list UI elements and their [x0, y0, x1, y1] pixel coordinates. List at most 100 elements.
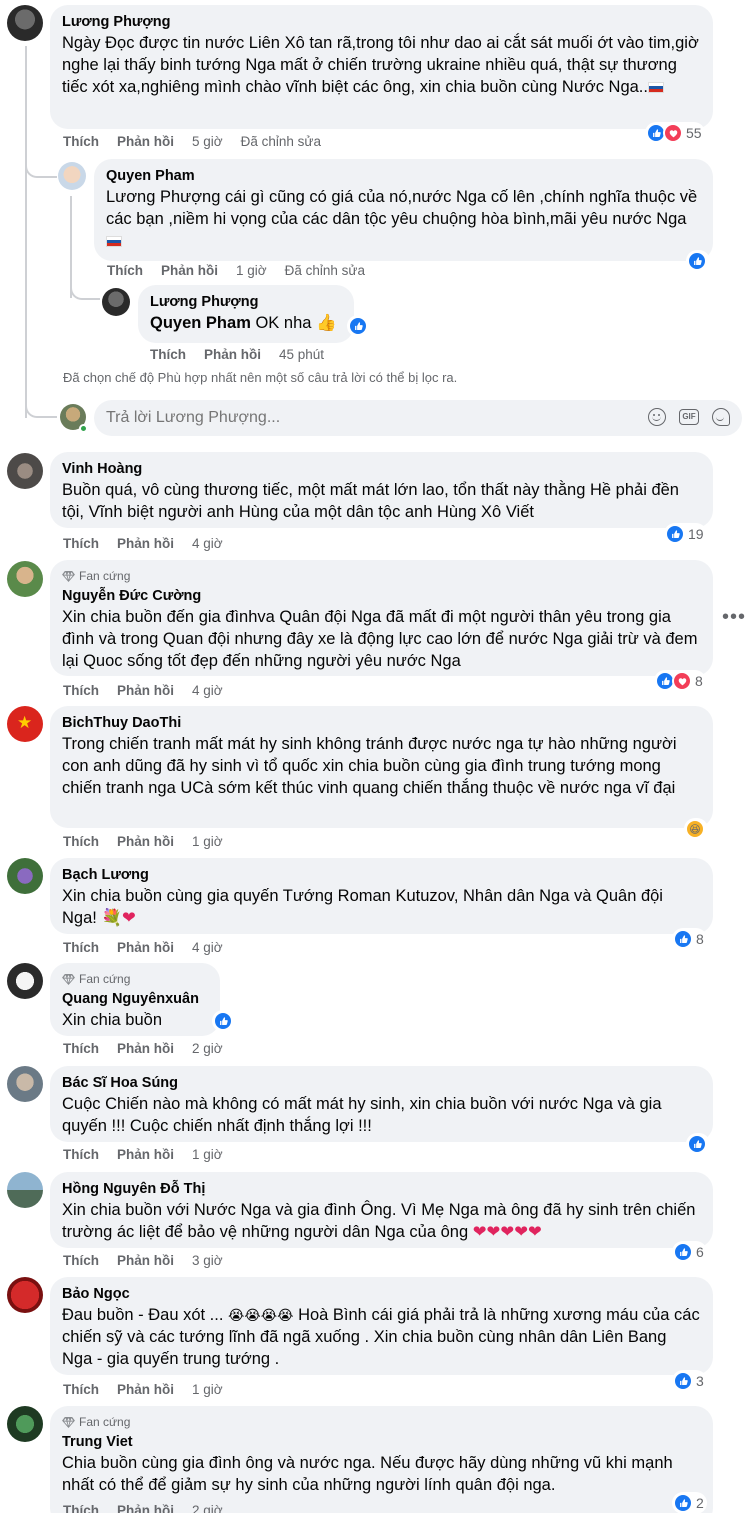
comment-author[interactable]: Quyen Pham — [106, 167, 701, 186]
reply-button[interactable]: Phản hồi — [117, 134, 174, 149]
reply-button[interactable]: Phản hồi — [117, 1041, 174, 1056]
timestamp[interactable]: 1 giờ — [192, 834, 223, 849]
reply-button[interactable]: Phản hồi — [117, 1503, 174, 1513]
reaction-count[interactable]: 55 — [645, 122, 705, 144]
mention-link[interactable]: Quyen Pham — [150, 314, 251, 332]
avatar[interactable] — [7, 858, 43, 894]
fan-badge: Fan cứng — [62, 568, 701, 584]
like-button[interactable]: Thích — [63, 683, 99, 698]
avatar[interactable] — [7, 1172, 43, 1208]
timestamp[interactable]: 2 giờ — [192, 1041, 223, 1056]
emoji-icon[interactable] — [648, 408, 666, 426]
timestamp[interactable]: 5 giờ — [192, 134, 223, 149]
comment-bubble: Fan cứng Quang Nguyênxuân Xin chia buồn — [50, 963, 220, 1036]
timestamp[interactable]: 1 giờ — [236, 263, 267, 278]
like-button[interactable]: Thích — [150, 347, 186, 362]
comment-author[interactable]: Vinh Hoàng — [62, 460, 701, 479]
like-button[interactable]: Thích — [63, 1253, 99, 1268]
like-button[interactable]: Thích — [63, 940, 99, 955]
timestamp[interactable]: 2 giờ — [192, 1503, 223, 1513]
comment-author[interactable]: Quang Nguyênxuân — [62, 990, 208, 1009]
flower-emoji: 💐 — [101, 909, 122, 927]
reaction-count[interactable] — [686, 1133, 710, 1155]
comment-author[interactable]: Bảo Ngọc — [62, 1285, 701, 1304]
reaction-count[interactable]: 3 — [672, 1370, 707, 1392]
gif-icon[interactable]: GIF — [679, 409, 699, 425]
reaction-count[interactable]: 8 — [654, 670, 706, 692]
avatar[interactable] — [7, 453, 43, 489]
reaction-count[interactable]: 8 — [672, 928, 707, 950]
like-button[interactable]: Thích — [63, 1382, 99, 1397]
reply-button[interactable]: Phản hồi — [117, 683, 174, 698]
timestamp[interactable]: 4 giờ — [192, 940, 223, 955]
reaction-count[interactable]: 6 — [672, 1241, 707, 1263]
like-button[interactable]: Thích — [63, 1147, 99, 1162]
comment-actions: Thích Phản hồi 4 giờ — [63, 940, 241, 955]
comment-bubble: Quyen Pham Lương Phượng cái gì cũng có g… — [94, 159, 713, 261]
avatar[interactable] — [102, 288, 130, 316]
crying-emoji: 😭😭😭😭 — [228, 1307, 294, 1323]
reaction-count[interactable]: 19 — [664, 523, 707, 545]
reaction-number: 6 — [696, 1244, 704, 1260]
comment-text: Lương Phượng cái gì cũng có giá của nó,n… — [106, 186, 701, 252]
reaction-count[interactable] — [212, 1010, 236, 1032]
comment-author[interactable]: Nguyễn Đức Cường — [62, 587, 701, 606]
reply-button[interactable]: Phản hồi — [117, 1382, 174, 1397]
comment-bubble: Bạch Lương Xin chia buồn cùng gia quyến … — [50, 858, 713, 934]
reply-button[interactable]: Phản hồi — [204, 347, 261, 362]
comment-bubble: Bác Sĩ Hoa Súng Cuộc Chiến nào mà không … — [50, 1066, 713, 1142]
reply-button[interactable]: Phản hồi — [117, 940, 174, 955]
comment-author[interactable]: Lương Phượng — [62, 13, 701, 32]
like-button[interactable]: Thích — [63, 834, 99, 849]
comment-actions: Thích Phản hồi 1 giờ — [63, 1382, 241, 1397]
edited-label: Đã chỉnh sửa — [284, 263, 365, 278]
timestamp[interactable]: 3 giờ — [192, 1253, 223, 1268]
avatar[interactable] — [7, 1406, 43, 1442]
reaction-count[interactable] — [686, 250, 710, 272]
reply-input[interactable] — [106, 400, 626, 436]
timestamp[interactable]: 4 giờ — [192, 536, 223, 551]
comment-author[interactable]: Bác Sĩ Hoa Súng — [62, 1074, 701, 1093]
diamond-icon — [62, 1417, 75, 1428]
avatar[interactable] — [7, 5, 43, 41]
like-button[interactable]: Thích — [107, 263, 143, 278]
like-button[interactable]: Thích — [63, 1503, 99, 1513]
comment-text: Buồn quá, vô cùng thương tiếc, một mất m… — [62, 481, 679, 521]
online-status-dot — [79, 424, 88, 433]
comment-actions: Thích Phản hồi 5 giờ Đã chỉnh sửa — [63, 134, 339, 149]
reaction-count[interactable]: 2 — [672, 1492, 707, 1513]
comment-author[interactable]: Lương Phượng — [150, 293, 342, 312]
reply-button[interactable]: Phản hồi — [117, 1253, 174, 1268]
reply-button[interactable]: Phản hồi — [117, 1147, 174, 1162]
avatar[interactable] — [7, 561, 43, 597]
more-icon[interactable]: ••• — [722, 606, 746, 629]
comment-bubble: BichThuy DaoThi Trong chiến tranh mất má… — [50, 706, 713, 828]
timestamp[interactable]: 1 giờ — [192, 1147, 223, 1162]
comment-author[interactable]: Trung Viet — [62, 1433, 701, 1452]
comment-bubble: Lương Phượng Ngày Đọc được tin nước Liên… — [50, 5, 713, 129]
reply-button[interactable]: Phản hồi — [117, 536, 174, 551]
sticker-icon[interactable] — [712, 408, 730, 426]
reaction-count[interactable] — [347, 315, 371, 337]
avatar[interactable] — [7, 963, 43, 999]
timestamp[interactable]: 1 giờ — [192, 1382, 223, 1397]
reply-button[interactable]: Phản hồi — [161, 263, 218, 278]
comment-bubble: Bảo Ngọc Đau buồn - Đau xót ... 😭😭😭😭 Hoà… — [50, 1277, 713, 1375]
reply-button[interactable]: Phản hồi — [117, 834, 174, 849]
avatar[interactable]: ★ — [7, 706, 43, 742]
reaction-count[interactable]: 😆 — [684, 818, 708, 840]
timestamp[interactable]: 4 giờ — [192, 683, 223, 698]
comment-text: Xin chia buồn cùng gia quyến Tướng Roman… — [62, 887, 663, 927]
timestamp[interactable]: 45 phút — [279, 347, 324, 362]
comment-author[interactable]: BichThuy DaoThi — [62, 714, 701, 733]
reply-input-box[interactable]: GIF — [94, 400, 742, 436]
like-button[interactable]: Thích — [63, 134, 99, 149]
like-button[interactable]: Thích — [63, 1041, 99, 1056]
comment-author[interactable]: Bạch Lương — [62, 866, 701, 885]
avatar[interactable] — [7, 1277, 43, 1313]
comment-bubble: Lương Phượng Quyen Pham OK nha 👍 — [138, 285, 354, 343]
avatar[interactable] — [58, 162, 86, 190]
like-button[interactable]: Thích — [63, 536, 99, 551]
avatar[interactable] — [7, 1066, 43, 1102]
comment-author[interactable]: Hồng Nguyên Đỗ Thị — [62, 1180, 701, 1199]
